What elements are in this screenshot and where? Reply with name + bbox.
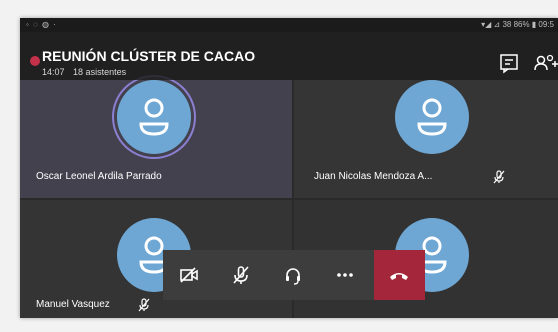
meeting-title: REUNIÓN CLÚSTER DE CACAO — [42, 48, 256, 64]
person-icon — [417, 98, 447, 136]
attendee-count: 18 asistentes — [73, 67, 127, 77]
mic-muted-icon — [493, 170, 505, 184]
participant-name: Oscar Leonel Ardila Parrado — [36, 171, 162, 182]
status-bar-right: ▾◢ ⊿ 38 86% ▮ 09:5 — [481, 20, 554, 29]
avatar — [395, 80, 469, 154]
more-icon — [337, 273, 353, 277]
participants-icon[interactable] — [532, 52, 558, 74]
status-bar: ◦ ◌ ◍ · ▾◢ ⊿ 38 86% ▮ 09:5 — [20, 18, 558, 32]
meeting-subtitle: 14:07 18 asistentes — [42, 67, 132, 77]
audio-options-button[interactable] — [267, 250, 319, 300]
mic-toggle-button[interactable] — [215, 250, 267, 300]
teams-meeting-screen: ◦ ◌ ◍ · ▾◢ ⊿ 38 86% ▮ 09:5 Oscar Leonel … — [20, 18, 558, 318]
hang-up-button[interactable] — [374, 250, 425, 300]
chat-icon[interactable] — [498, 52, 520, 74]
headset-icon — [286, 268, 300, 285]
mic-off-icon — [233, 266, 249, 284]
participant-tile-1[interactable]: Oscar Leonel Ardila Parrado — [20, 80, 292, 198]
avatar — [117, 80, 191, 154]
recording-dot — [30, 56, 40, 66]
camera-off-icon — [180, 267, 198, 283]
status-bar-left: ◦ ◌ ◍ · — [26, 20, 57, 29]
screenshot-frame: ◦ ◌ ◍ · ▾◢ ⊿ 38 86% ▮ 09:5 Oscar Leonel … — [0, 0, 558, 332]
person-icon — [139, 98, 169, 136]
hang-up-icon — [390, 273, 408, 280]
meeting-time: 14:07 — [42, 67, 65, 77]
more-options-button[interactable] — [319, 250, 371, 300]
mic-muted-icon — [138, 298, 150, 312]
call-controls-bar — [163, 250, 425, 300]
participant-name: Manuel Vasquez — [36, 299, 110, 310]
camera-toggle-button[interactable] — [163, 250, 215, 300]
participant-tile-2[interactable]: Juan Nicolas Mendoza A... — [294, 80, 558, 198]
participant-name: Juan Nicolas Mendoza A... — [314, 171, 433, 182]
